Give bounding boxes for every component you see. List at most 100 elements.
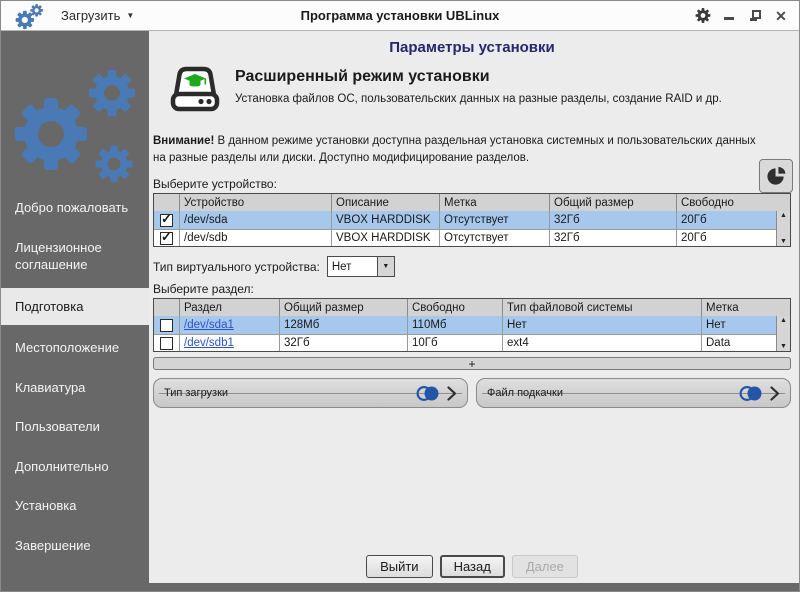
device-table: Устройство Описание Метка Общий размер С…: [153, 193, 791, 248]
device-table-header: Устройство Описание Метка Общий размер С…: [154, 194, 790, 212]
partition-size-cell: 128Мб: [280, 316, 408, 334]
partition-link[interactable]: /dev/sdb1: [184, 337, 234, 349]
boot-type-label: Тип загрузки: [164, 387, 229, 400]
main-content: Параметры установки Расширенный режим ус…: [149, 31, 799, 583]
app-logo-gears-icon: [15, 3, 45, 29]
sidebar-item-users[interactable]: Пользователи: [1, 410, 149, 444]
partition-fs-cell: ext4: [503, 334, 702, 352]
scroll-down-icon[interactable]: ▼: [780, 343, 787, 350]
partition-chart-button[interactable]: [759, 159, 793, 193]
sidebar-item-label: Лицензионное соглашение: [15, 239, 102, 273]
swap-file-expander[interactable]: Файл подкачки: [476, 378, 791, 409]
virtual-device-select[interactable]: Нет ▼: [326, 256, 395, 278]
partition-checkbox[interactable]: [154, 334, 180, 352]
virtual-device-label: Тип виртуального устройства:: [153, 259, 320, 274]
column-header[interactable]: Свободно: [677, 194, 790, 211]
device-checkbox[interactable]: ✓: [154, 211, 180, 229]
minimize-button[interactable]: [721, 8, 737, 24]
exit-button[interactable]: Выйти: [366, 555, 433, 578]
column-header[interactable]: Метка: [702, 299, 790, 316]
warning-text: Внимание! В данном режиме установки дост…: [153, 135, 756, 164]
chevron-down-icon: ▼: [126, 11, 135, 20]
partition-free-cell: 10Гб: [408, 334, 503, 352]
partition-checkbox[interactable]: [154, 316, 180, 334]
next-button: Далее: [511, 555, 578, 578]
sidebar: Добро пожаловать Лицензионное соглашение…: [1, 31, 149, 583]
load-menu-label: Загрузить: [61, 8, 121, 23]
chevron-right-icon[interactable]: [770, 386, 780, 401]
sidebar-item-label: Местоположение: [15, 340, 120, 356]
device-name-cell: /dev/sda: [180, 211, 332, 229]
partition-label-cell: Нет: [706, 319, 726, 332]
partition-table-scrollbar[interactable]: ▲ ▼: [776, 316, 790, 352]
sidebar-item-label: Пользователи: [15, 419, 100, 435]
sidebar-item-label: Установка: [15, 498, 77, 514]
load-menu-button[interactable]: Загрузить ▼: [61, 8, 134, 23]
device-free-cell: 20Гб: [681, 214, 707, 227]
device-size-cell: 32Гб: [550, 229, 677, 247]
toggle-icon[interactable]: [738, 385, 764, 402]
column-header[interactable]: Описание: [332, 194, 440, 212]
sidebar-item-label: Завершение: [15, 537, 91, 553]
pie-chart-icon: [766, 166, 785, 185]
sidebar-item-location[interactable]: Местоположение: [1, 331, 149, 365]
swap-file-label: Файл подкачки: [487, 387, 563, 400]
device-free-cell: 20Гб: [681, 232, 707, 245]
device-size-cell: 32Гб: [550, 211, 677, 229]
mode-description: Установка файлов ОС, пользовательских да…: [235, 93, 722, 105]
installer-window: Загрузить ▼ Программа установки UBLinux: [0, 0, 800, 592]
sidebar-item-label: Подготовка: [15, 298, 84, 314]
close-icon: ✕: [775, 7, 787, 24]
close-button[interactable]: ✕: [773, 8, 789, 24]
device-table-scrollbar[interactable]: ▲ ▼: [776, 211, 790, 247]
partition-section-label: Выберите раздел:: [153, 282, 254, 297]
sidebar-item-license[interactable]: Лицензионное соглашение: [1, 231, 149, 282]
page-title: Параметры установки: [389, 39, 555, 56]
column-header[interactable]: Метка: [440, 194, 550, 212]
boot-type-expander[interactable]: Тип загрузки: [153, 378, 468, 409]
harddisk-icon: [167, 64, 223, 121]
toggle-icon[interactable]: [415, 385, 441, 402]
sidebar-item-installation[interactable]: Установка: [1, 489, 149, 523]
sidebar-item-label: Дополнительно: [15, 458, 109, 474]
partition-label-cell: Data: [706, 337, 731, 350]
device-name-cell: /dev/sdb: [180, 229, 332, 247]
device-checkbox[interactable]: ✓: [154, 229, 180, 247]
column-header[interactable]: Тип файловой системы: [503, 299, 702, 317]
partition-link[interactable]: /dev/sda1: [184, 319, 234, 331]
scroll-down-icon[interactable]: ▼: [780, 238, 787, 245]
combo-dropdown-button[interactable]: ▼: [376, 257, 394, 277]
mode-title: Расширенный режим установки: [235, 68, 490, 85]
column-header[interactable]: Устройство: [180, 194, 332, 212]
sidebar-item-additional[interactable]: Дополнительно: [1, 450, 149, 484]
maximize-icon: [750, 9, 761, 21]
add-partition-button[interactable]: +: [153, 357, 791, 371]
sidebar-item-keyboard[interactable]: Клавиатура: [1, 371, 149, 405]
column-header[interactable]: Общий размер: [280, 299, 408, 317]
partition-size-cell: 32Гб: [280, 334, 408, 352]
column-header[interactable]: Раздел: [180, 299, 280, 317]
scroll-up-icon[interactable]: ▲: [780, 317, 787, 324]
column-header[interactable]: Общий размер: [550, 194, 677, 212]
device-label-cell: Отсутствует: [440, 211, 550, 229]
scroll-up-icon[interactable]: ▲: [780, 212, 787, 219]
chevron-down-icon: ▼: [382, 263, 390, 271]
maximize-button[interactable]: [747, 8, 763, 24]
partition-table-row[interactable]: /dev/sdb1 32Гб 10Гб ext4 Data: [154, 333, 776, 352]
back-button[interactable]: Назад: [439, 555, 505, 578]
virtual-device-value: Нет: [331, 260, 352, 273]
partition-table: Раздел Общий размер Свободно Тип файлово…: [153, 298, 791, 353]
device-table-row[interactable]: ✓ /dev/sdb VBOX HARDDISK Отсутствует 32Г…: [154, 228, 776, 247]
device-table-row[interactable]: ✓ /dev/sda VBOX HARDDISK Отсутствует 32Г…: [154, 211, 776, 229]
sidebar-item-finish[interactable]: Завершение: [1, 529, 149, 563]
device-desc-cell: VBOX HARDDISK: [332, 229, 440, 247]
minimize-icon: [724, 17, 734, 20]
partition-table-header: Раздел Общий размер Свободно Тип файлово…: [154, 299, 790, 317]
sidebar-item-preparation[interactable]: Подготовка: [1, 287, 149, 326]
chevron-right-icon[interactable]: [447, 386, 457, 401]
settings-gear-button[interactable]: [695, 8, 711, 24]
partition-table-row[interactable]: /dev/sda1 128Мб 110Мб Нет Нет: [154, 316, 776, 334]
sidebar-gears-icon: [1, 31, 149, 191]
column-header[interactable]: Свободно: [408, 299, 503, 317]
sidebar-item-welcome[interactable]: Добро пожаловать: [1, 191, 149, 225]
